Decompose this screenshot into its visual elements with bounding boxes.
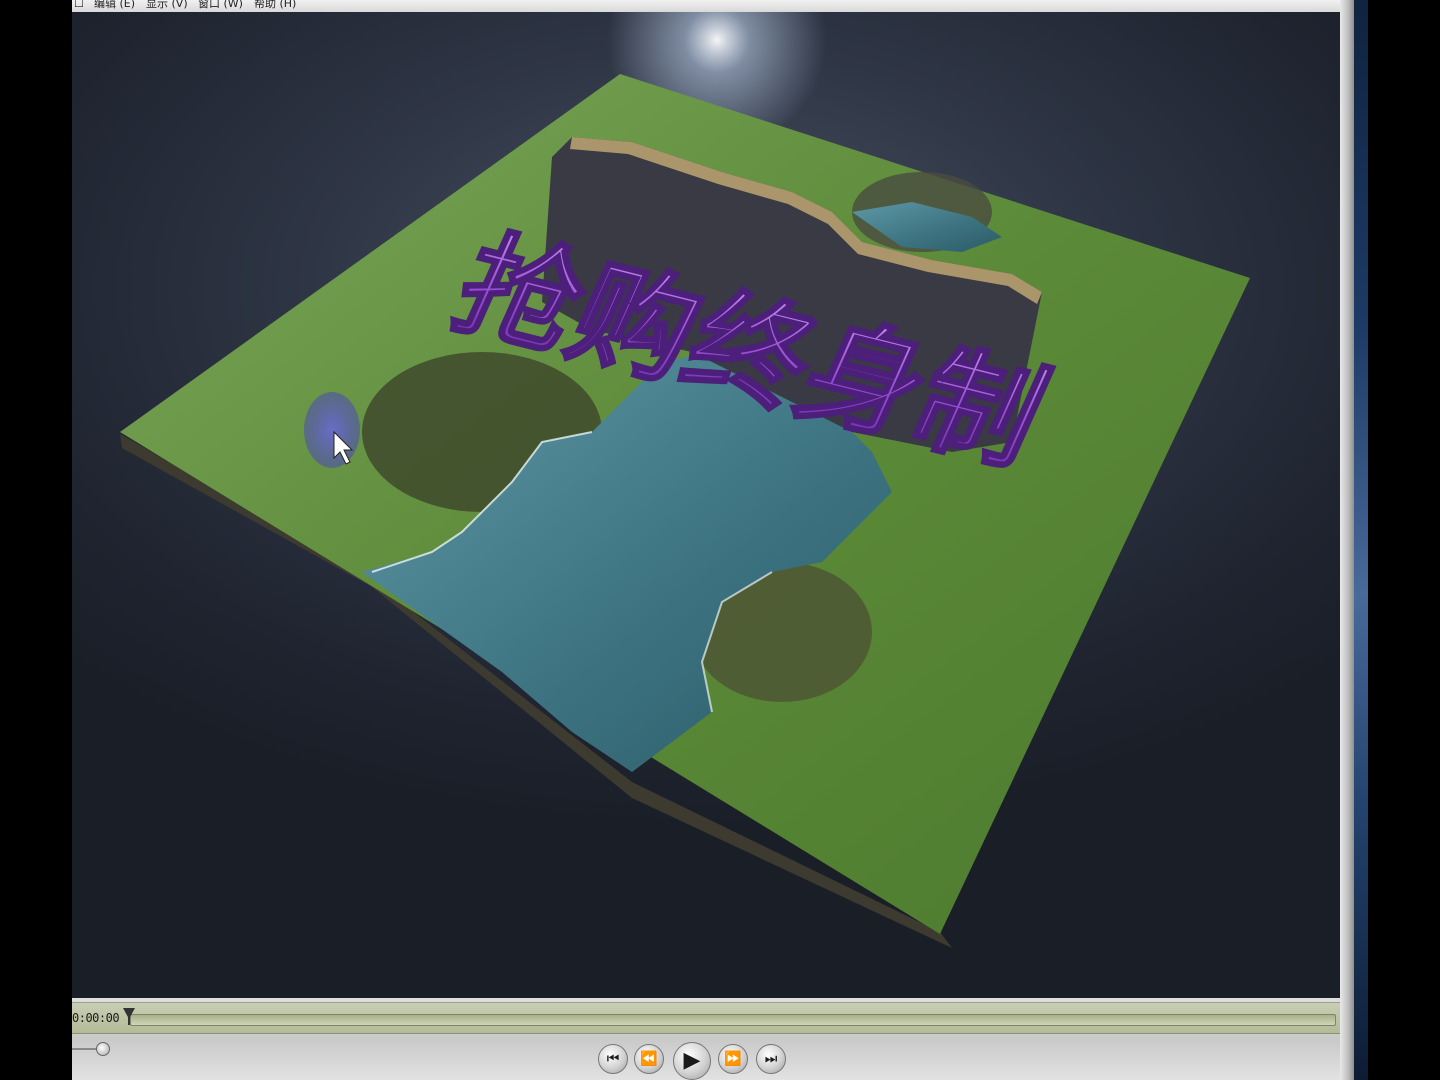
- player-controls: 0:00:00 ⏮ ⏪ ▶ ⏩ ⏭: [72, 998, 1340, 1080]
- menu-help[interactable]: 帮助 (H): [254, 0, 296, 9]
- window-right-frame: [1340, 0, 1354, 1080]
- timeline-bar[interactable]: 0:00:00: [72, 1002, 1340, 1034]
- desktop-background-edge: [1354, 0, 1368, 1080]
- skip-forward-button[interactable]: ⏭: [756, 1044, 786, 1074]
- playhead-line: [128, 1017, 130, 1025]
- menu-edit[interactable]: 编辑 (E): [94, 0, 135, 9]
- media-player-window: ☐ 编辑 (E) 显示 (V) 窗口 (W) 帮助 (H) 抢购终身制 0:00…: [72, 0, 1340, 1080]
- left-black-border: [0, 0, 72, 1080]
- file-menu-fragment[interactable]: ☐: [74, 0, 84, 9]
- fast-forward-button[interactable]: ⏩: [718, 1044, 748, 1074]
- menu-window[interactable]: 窗口 (W): [198, 0, 243, 9]
- menu-view[interactable]: 显示 (V): [146, 0, 188, 9]
- video-frame[interactable]: 抢购终身制: [72, 12, 1340, 998]
- volume-slider-knob[interactable]: [96, 1042, 110, 1056]
- skip-back-button[interactable]: ⏮: [598, 1044, 628, 1074]
- cursor-highlight: [304, 392, 360, 468]
- seek-track[interactable]: [130, 1014, 1336, 1026]
- terrain-scene: 抢购终身制: [120, 12, 1250, 948]
- timecode-display: 0:00:00: [72, 1011, 120, 1025]
- play-button[interactable]: ▶: [673, 1042, 711, 1080]
- rewind-button[interactable]: ⏪: [634, 1044, 664, 1074]
